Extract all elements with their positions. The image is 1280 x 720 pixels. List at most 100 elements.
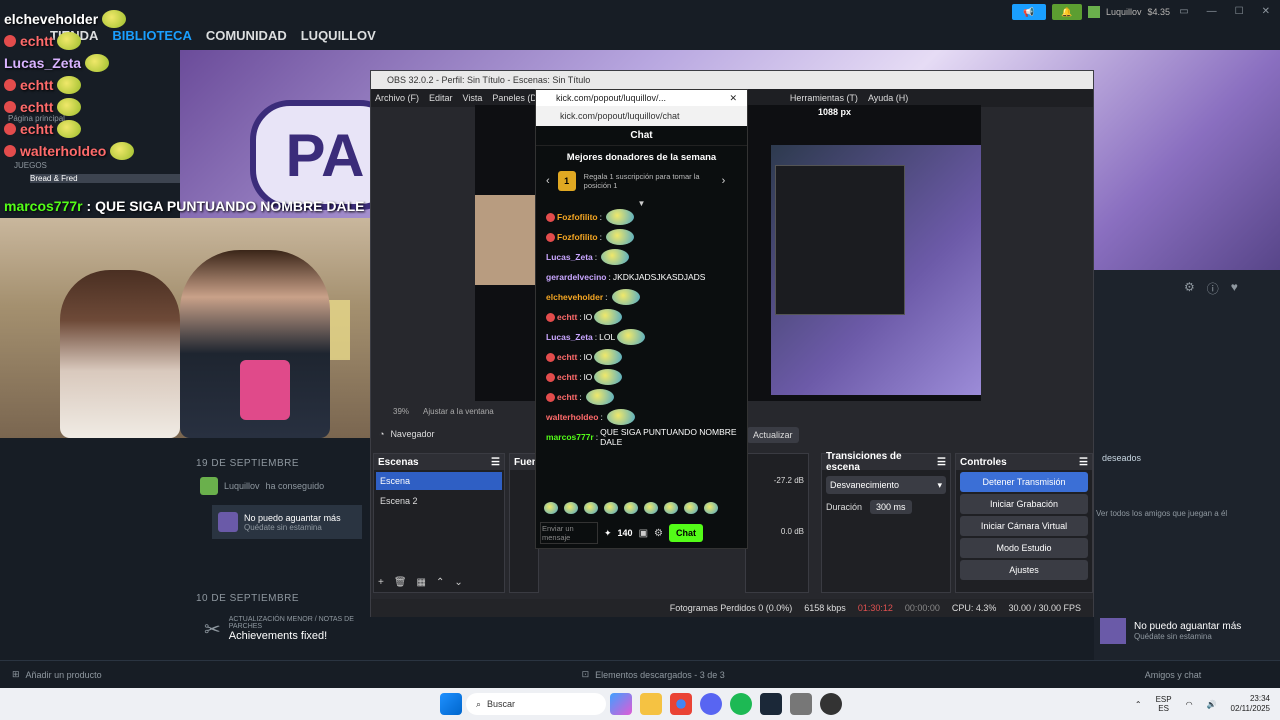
chat-username[interactable]: walterholdeo [546, 412, 598, 422]
dock-menu-icon[interactable]: ☰ [1079, 457, 1088, 468]
copilot-icon[interactable] [610, 693, 632, 715]
gear-icon[interactable]: ⚙ [654, 528, 663, 539]
chat-username[interactable]: Fozfofilito [557, 212, 598, 222]
chat-input[interactable]: Enviar un mensaje [540, 522, 598, 544]
folder-icon[interactable] [640, 693, 662, 715]
trash-icon[interactable]: 🗑 [394, 577, 407, 588]
minimize-icon[interactable]: ▭ [1179, 6, 1188, 17]
preview-nested [775, 165, 905, 315]
dock-menu-icon[interactable]: ☰ [937, 457, 946, 468]
send-chat-button[interactable]: Chat [669, 524, 703, 542]
emote-icon[interactable] [604, 502, 618, 514]
overlay-highlight-message: marcos777r : QUE SIGA PUNTUANDO NOMBRE D… [4, 198, 365, 214]
add-icon[interactable]: + [378, 577, 384, 588]
virtual-cam-button[interactable]: Iniciar Cámara Virtual [960, 516, 1088, 536]
emote-icon[interactable] [624, 502, 638, 514]
friends-text[interactable]: Ver todos los amigos que juegan a él [1096, 509, 1280, 518]
wifi-icon[interactable]: ◠ [1186, 700, 1193, 709]
obs-icon[interactable] [820, 693, 842, 715]
close-icon[interactable]: ✕ [729, 93, 737, 104]
system-tray: ⌃ ESP ES ◠ 🔊 23:34 02/11/2025 [1135, 694, 1270, 714]
chat-username[interactable]: elcheveholder [546, 292, 603, 302]
studio-mode-button[interactable]: Modo Estudio [960, 538, 1088, 558]
achievement-card[interactable]: No puedo aguantar más Quédate sin estami… [212, 505, 362, 539]
gear-icon[interactable]: ⚙ [1184, 280, 1195, 297]
friends-chat[interactable]: Amigos y chat [1145, 670, 1202, 680]
downloads-status[interactable]: Elementos descargados - 3 de 3 [595, 670, 725, 680]
chevron-up-icon[interactable]: ⌃ [1135, 700, 1142, 709]
clock[interactable]: 23:34 02/11/2025 [1231, 694, 1270, 714]
volume-icon[interactable]: 🔊 [1207, 700, 1217, 709]
maximize-icon[interactable]: ☐ [1235, 6, 1244, 17]
chat-username[interactable]: Lucas_Zeta [546, 252, 593, 262]
chat-username[interactable]: gerardelvecino [546, 272, 606, 282]
emote-icon[interactable] [644, 502, 658, 514]
taskbar-search[interactable]: ⌕ Buscar [466, 693, 606, 715]
notification-button[interactable]: 🔔 [1051, 4, 1082, 20]
discord-icon[interactable] [700, 693, 722, 715]
filter-icon[interactable]: ▦ [417, 577, 426, 588]
min-icon[interactable]: — [1207, 6, 1217, 17]
emote-icon[interactable] [584, 502, 598, 514]
collapse-icon[interactable]: ▼ [536, 199, 747, 208]
scene-item[interactable]: Escena 2 [376, 492, 502, 510]
heart-icon[interactable]: ♥ [1231, 280, 1238, 297]
emote-icon[interactable] [564, 502, 578, 514]
menu-docks[interactable]: Paneles (D) [492, 93, 540, 103]
steam-icon[interactable] [760, 693, 782, 715]
scene-actions: + 🗑 ▦ ⌃ ⌄ [378, 577, 463, 588]
close-icon[interactable]: ✕ [1262, 6, 1270, 17]
announce-button[interactable]: 📢 [1011, 4, 1046, 20]
activity-user[interactable]: Luquillov [224, 481, 260, 491]
emote-icon[interactable] [684, 502, 698, 514]
chat-username[interactable]: marcos777r [546, 432, 594, 442]
zoom-level[interactable]: 39% [393, 407, 409, 416]
info-icon[interactable]: ⓘ [1207, 280, 1219, 297]
start-recording-button[interactable]: Iniciar Grabación [960, 494, 1088, 514]
overlay-user: echtt [20, 99, 54, 115]
chat-username[interactable]: echtt [557, 372, 577, 382]
chat-username[interactable]: echtt [557, 392, 577, 402]
avatar[interactable] [1087, 6, 1100, 18]
down-icon[interactable]: ⌄ [454, 577, 462, 588]
refresh-button[interactable]: Actualizar [747, 427, 799, 443]
stop-stream-button[interactable]: Detener Transmisión [960, 472, 1088, 492]
menu-edit[interactable]: Editar [429, 93, 453, 103]
add-product[interactable]: Añadir un producto [26, 670, 102, 680]
wallet-user[interactable]: Luquillov [1106, 7, 1142, 17]
calculator-icon[interactable] [790, 693, 812, 715]
emote-icon[interactable] [704, 502, 718, 514]
chat-username[interactable]: Lucas_Zeta [546, 332, 593, 342]
gift-icon[interactable]: ▣ [639, 528, 648, 539]
kick-chat-window[interactable]: kick.com/popout/luquillov/... ✕ kick.com/… [535, 89, 748, 549]
lang2: ES [1158, 704, 1169, 713]
emote-icon[interactable] [664, 502, 678, 514]
fit-option[interactable]: Ajustar a la ventana [423, 407, 494, 416]
menu-view[interactable]: Vista [463, 93, 483, 103]
emote-icon[interactable] [544, 502, 558, 514]
chat-username[interactable]: echtt [557, 352, 577, 362]
duration-input[interactable]: 300 ms [870, 500, 912, 514]
transition-select[interactable]: Desvanecimiento ▾ [826, 476, 946, 494]
menu-file[interactable]: Archivo (F) [375, 93, 419, 103]
menu-help[interactable]: Ayuda (H) [868, 93, 908, 103]
points-count[interactable]: 140 [618, 528, 633, 538]
language-indicator[interactable]: ESP ES [1156, 695, 1172, 713]
scene-item[interactable]: Escena [376, 472, 502, 490]
chat-username[interactable]: Fozfofilito [557, 232, 598, 242]
chat-username[interactable]: echtt [557, 312, 577, 322]
next-icon[interactable]: › [722, 175, 726, 187]
duration-label: Duración [826, 502, 863, 512]
kick-url-bar[interactable]: kick.com/popout/luquillov/chat [536, 106, 747, 126]
up-icon[interactable]: ⌃ [436, 577, 444, 588]
start-icon[interactable] [440, 693, 462, 715]
patch-note[interactable]: ✂ ACTUALIZACIÓN MENOR / NOTAS DE PARCHES… [204, 616, 370, 642]
prev-icon[interactable]: ‹ [546, 175, 550, 187]
spotify-icon[interactable] [730, 693, 752, 715]
chrome-icon[interactable] [670, 693, 692, 715]
settings-button[interactable]: Ajustes [960, 560, 1088, 580]
menu-tools[interactable]: Herramientas (T) [790, 93, 858, 103]
achievement-title: No puedo aguantar más [244, 512, 341, 523]
dock-menu-icon[interactable]: ☰ [491, 457, 500, 468]
game-entry[interactable]: Bread & Fred [30, 174, 180, 183]
